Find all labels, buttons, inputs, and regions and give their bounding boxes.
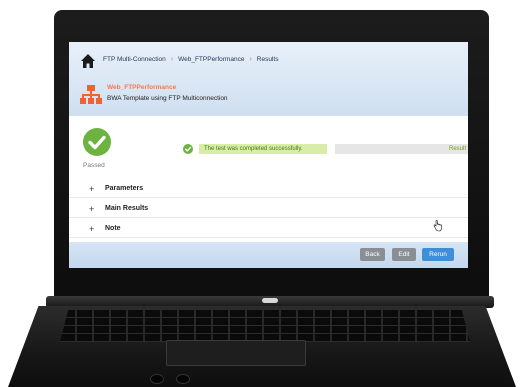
- check-circle-icon: [83, 128, 111, 156]
- chevron-right-icon: ›: [170, 56, 174, 63]
- template-title: Web_FTPPerformance: [107, 84, 177, 91]
- breadcrumb-item[interactable]: FTP Multi-Connection: [103, 56, 166, 63]
- result-bar: Result: [335, 144, 468, 154]
- hand-pointer-icon: [433, 220, 442, 232]
- plus-icon[interactable]: +: [89, 224, 97, 233]
- chevron-right-icon: ›: [249, 56, 252, 63]
- page-header: FTP Multi-Connection › Web_FTPPerformanc…: [69, 42, 468, 116]
- screen: FTP Multi-Connection › Web_FTPPerformanc…: [69, 42, 468, 268]
- home-icon[interactable]: [80, 53, 96, 69]
- result-label: Result: [448, 146, 466, 152]
- plus-icon[interactable]: +: [89, 184, 97, 193]
- section-label: Main Results: [105, 205, 149, 212]
- edit-button[interactable]: Edit: [392, 248, 416, 261]
- breadcrumb-item[interactable]: Web_FTPPerformance: [178, 56, 244, 63]
- keyboard: [60, 310, 470, 342]
- audio-port: [176, 374, 190, 384]
- page-footer: Back Edit Rerun: [69, 242, 468, 268]
- section-label: Parameters: [105, 185, 144, 192]
- template-subtitle: BWA Template using FTP Multiconnection: [107, 95, 228, 102]
- audio-port: [150, 374, 164, 384]
- section-note[interactable]: + Note: [69, 220, 468, 238]
- section-parameters[interactable]: + Parameters: [69, 180, 468, 198]
- section-main-results[interactable]: + Main Results: [69, 200, 468, 218]
- network-tree-icon: [80, 85, 102, 104]
- laptop-latch: [262, 298, 278, 303]
- back-button[interactable]: Back: [360, 248, 385, 261]
- plus-icon[interactable]: +: [89, 204, 97, 213]
- breadcrumb: FTP Multi-Connection › Web_FTPPerformanc…: [103, 56, 278, 63]
- rerun-button[interactable]: Rerun: [422, 248, 454, 261]
- status-label: Passed: [83, 162, 105, 169]
- section-label: Note: [105, 225, 121, 232]
- check-circle-icon: [183, 144, 193, 154]
- touchpad: [166, 340, 306, 366]
- breadcrumb-item-current: Results: [256, 56, 279, 63]
- success-message: The test was completed successfully.: [199, 144, 327, 154]
